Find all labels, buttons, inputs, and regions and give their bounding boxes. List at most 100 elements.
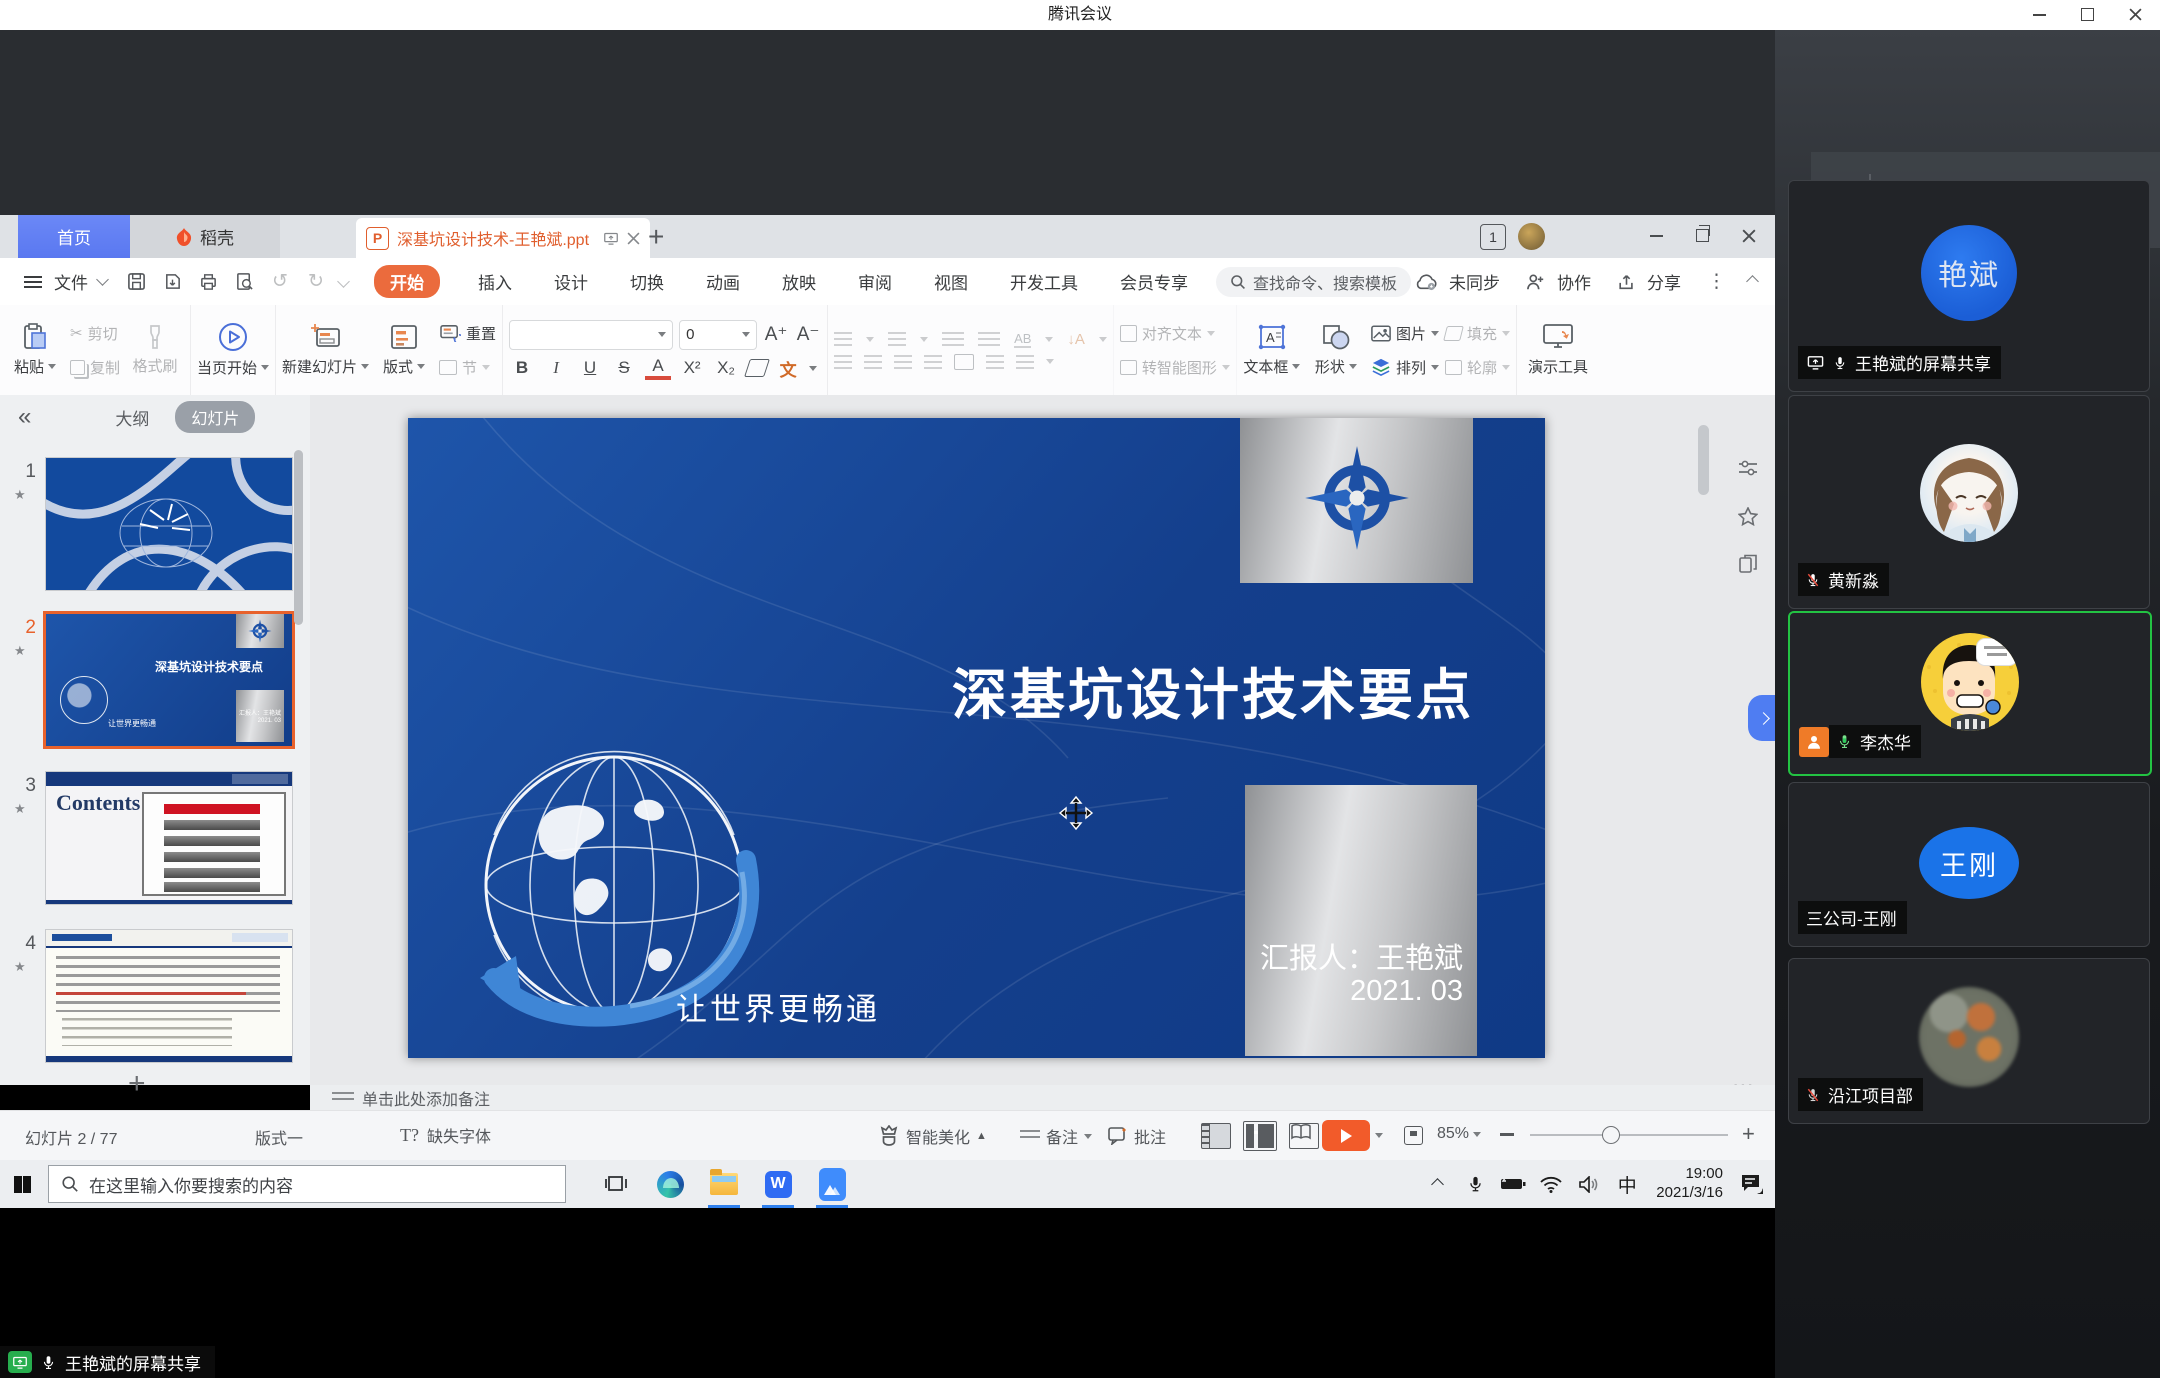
- font-size-select[interactable]: 0: [679, 320, 757, 350]
- participant-tile-wangyanbin[interactable]: 艳斌 王艳斌的屏幕共享: [1788, 180, 2150, 392]
- superscript-button[interactable]: X²: [679, 358, 705, 378]
- export-icon[interactable]: [159, 270, 185, 294]
- align-center-icon[interactable]: [864, 355, 882, 369]
- line-spacing-icon[interactable]: [986, 355, 1004, 369]
- undo-icon[interactable]: ↺: [267, 270, 293, 294]
- new-slide-button[interactable]: 新建幻灯片: [282, 310, 369, 390]
- file-menu[interactable]: 文件: [0, 269, 107, 294]
- expand-panel-tab[interactable]: [1748, 695, 1775, 741]
- picture-button[interactable]: 图片: [1371, 320, 1439, 346]
- bullet-list-icon[interactable]: [834, 332, 852, 346]
- para-spacing-icon[interactable]: [1016, 355, 1034, 369]
- to-smartart-button[interactable]: 转智能图形: [1120, 354, 1230, 380]
- favorite-star-icon[interactable]: [1735, 503, 1761, 529]
- wps-tab-docer[interactable]: 稻壳: [130, 215, 280, 258]
- slide-sorter-view-button[interactable]: [1243, 1121, 1277, 1151]
- taskbar-clock[interactable]: 19:00 2021/3/16: [1648, 1165, 1731, 1203]
- distribute-icon[interactable]: [954, 354, 974, 370]
- decrease-font-icon[interactable]: A⁻: [795, 323, 821, 346]
- missing-font-warning[interactable]: T? 缺失字体: [400, 1123, 491, 1147]
- volume-icon[interactable]: [1572, 1164, 1606, 1204]
- window-minimize-button[interactable]: [2017, 0, 2062, 29]
- align-right-icon[interactable]: [894, 355, 912, 369]
- zoom-slider[interactable]: [1530, 1134, 1728, 1136]
- action-center-icon[interactable]: [1735, 1164, 1769, 1204]
- ribbon-tab-view[interactable]: 视图: [930, 269, 972, 294]
- wps-minimize-button[interactable]: [1634, 221, 1679, 250]
- wps-close-button[interactable]: [1726, 221, 1771, 250]
- ai-beautify-button[interactable]: 智能美化 ▲: [878, 1119, 987, 1153]
- wps-tab-home[interactable]: 首页: [18, 215, 130, 258]
- font-color-button[interactable]: A: [645, 356, 671, 380]
- italic-button[interactable]: I: [543, 358, 569, 378]
- strikethrough-button[interactable]: S: [611, 358, 637, 378]
- quick-settings-icon[interactable]: [1735, 455, 1761, 481]
- ribbon-tab-design[interactable]: 设计: [550, 269, 592, 294]
- slide-layout-button[interactable]: 版式: [375, 310, 433, 390]
- subscript-button[interactable]: X₂: [713, 358, 739, 378]
- quick-access-caret-icon[interactable]: [337, 275, 350, 288]
- ribbon-tab-member[interactable]: 会员专享: [1116, 269, 1192, 294]
- slide-scrollbar[interactable]: [1698, 425, 1709, 495]
- wps-tab-document[interactable]: P 深基坑设计技术-王艳斌.ppt: [356, 218, 650, 258]
- zoom-in-button[interactable]: +: [1742, 1127, 1755, 1141]
- window-maximize-button[interactable]: [2065, 0, 2110, 29]
- command-search-box[interactable]: 查找命令、搜索模板: [1216, 267, 1411, 297]
- ribbon-tab-devtools[interactable]: 开发工具: [1006, 269, 1082, 294]
- wps-restore-button[interactable]: [1680, 221, 1725, 250]
- arrange-button[interactable]: 排列: [1371, 354, 1439, 380]
- zoom-level[interactable]: 85%: [1437, 1125, 1481, 1143]
- paste-button[interactable]: 粘贴: [6, 310, 64, 390]
- start-button[interactable]: [0, 1160, 44, 1208]
- layout-name[interactable]: 版式一: [255, 1125, 303, 1149]
- slide-canvas[interactable]: 深基坑设计技术要点: [408, 418, 1545, 1058]
- file-explorer-icon[interactable]: [702, 1160, 746, 1208]
- text-direction-icon[interactable]: ↓A: [1067, 331, 1085, 348]
- align-left-icon[interactable]: [834, 355, 852, 369]
- ribbon-tab-review[interactable]: 审阅: [854, 269, 896, 294]
- ribbon-tab-home[interactable]: 开始: [374, 265, 440, 298]
- tray-expand-icon[interactable]: [1420, 1164, 1454, 1204]
- sidebar-scrollbar[interactable]: [294, 450, 303, 625]
- section-button[interactable]: 节: [439, 354, 496, 380]
- char-spacing-icon[interactable]: AB: [1014, 331, 1031, 348]
- save-icon[interactable]: [123, 270, 149, 294]
- wps-app-icon[interactable]: W: [756, 1160, 800, 1208]
- format-painter-button[interactable]: 格式刷: [126, 310, 184, 390]
- notes-toggle-button[interactable]: 备注: [1020, 1119, 1092, 1153]
- participant-tile-lijiehua[interactable]: 李杰华: [1788, 611, 2152, 776]
- edge-browser-icon[interactable]: [648, 1160, 692, 1208]
- task-view-button[interactable]: [594, 1160, 638, 1208]
- textbox-button[interactable]: A 文本框: [1243, 310, 1301, 390]
- print-icon[interactable]: [195, 270, 221, 294]
- print-preview-icon[interactable]: [231, 270, 257, 294]
- tray-mic-icon[interactable]: [1458, 1164, 1492, 1204]
- present-tools-button[interactable]: 演示工具: [1523, 310, 1593, 390]
- slides-tab[interactable]: 幻灯片: [175, 401, 255, 433]
- taskbar-search-box[interactable]: 在这里输入你要搜索的内容: [48, 1165, 566, 1203]
- slideshow-button[interactable]: [1322, 1120, 1383, 1151]
- notes-bar[interactable]: 单击此处添加备注: [310, 1085, 1797, 1110]
- window-count-badge[interactable]: 1: [1480, 224, 1506, 250]
- more-menu-icon[interactable]: ⋮: [1707, 270, 1726, 293]
- reading-view-button[interactable]: [1289, 1123, 1319, 1149]
- align-text-button[interactable]: 对齐文本: [1120, 320, 1230, 346]
- increase-font-icon[interactable]: A⁺: [763, 323, 789, 346]
- slide-thumbnail-3[interactable]: Contents: [45, 771, 293, 905]
- zoom-out-button[interactable]: [1500, 1133, 1514, 1136]
- underline-button[interactable]: U: [577, 358, 603, 378]
- ribbon-tab-slideshow[interactable]: 放映: [778, 269, 820, 294]
- collaborate-button[interactable]: 协作: [1526, 269, 1595, 294]
- numbered-list-icon[interactable]: [888, 332, 906, 346]
- wifi-icon[interactable]: [1534, 1164, 1568, 1204]
- reset-button[interactable]: 重置: [439, 320, 496, 346]
- font-family-select[interactable]: [509, 320, 673, 350]
- clipboard-panel-icon[interactable]: [1735, 551, 1761, 577]
- clear-format-icon[interactable]: [744, 359, 770, 377]
- slide-thumbnail-1[interactable]: [45, 457, 293, 591]
- redo-icon[interactable]: ↻: [303, 270, 329, 294]
- share-button[interactable]: 分享: [1617, 269, 1685, 294]
- add-slide-button[interactable]: +: [128, 1067, 146, 1101]
- pinyin-guide-button[interactable]: 文: [775, 356, 801, 381]
- participant-tile-wanggang[interactable]: 王刚 三公司-王刚: [1788, 782, 2150, 947]
